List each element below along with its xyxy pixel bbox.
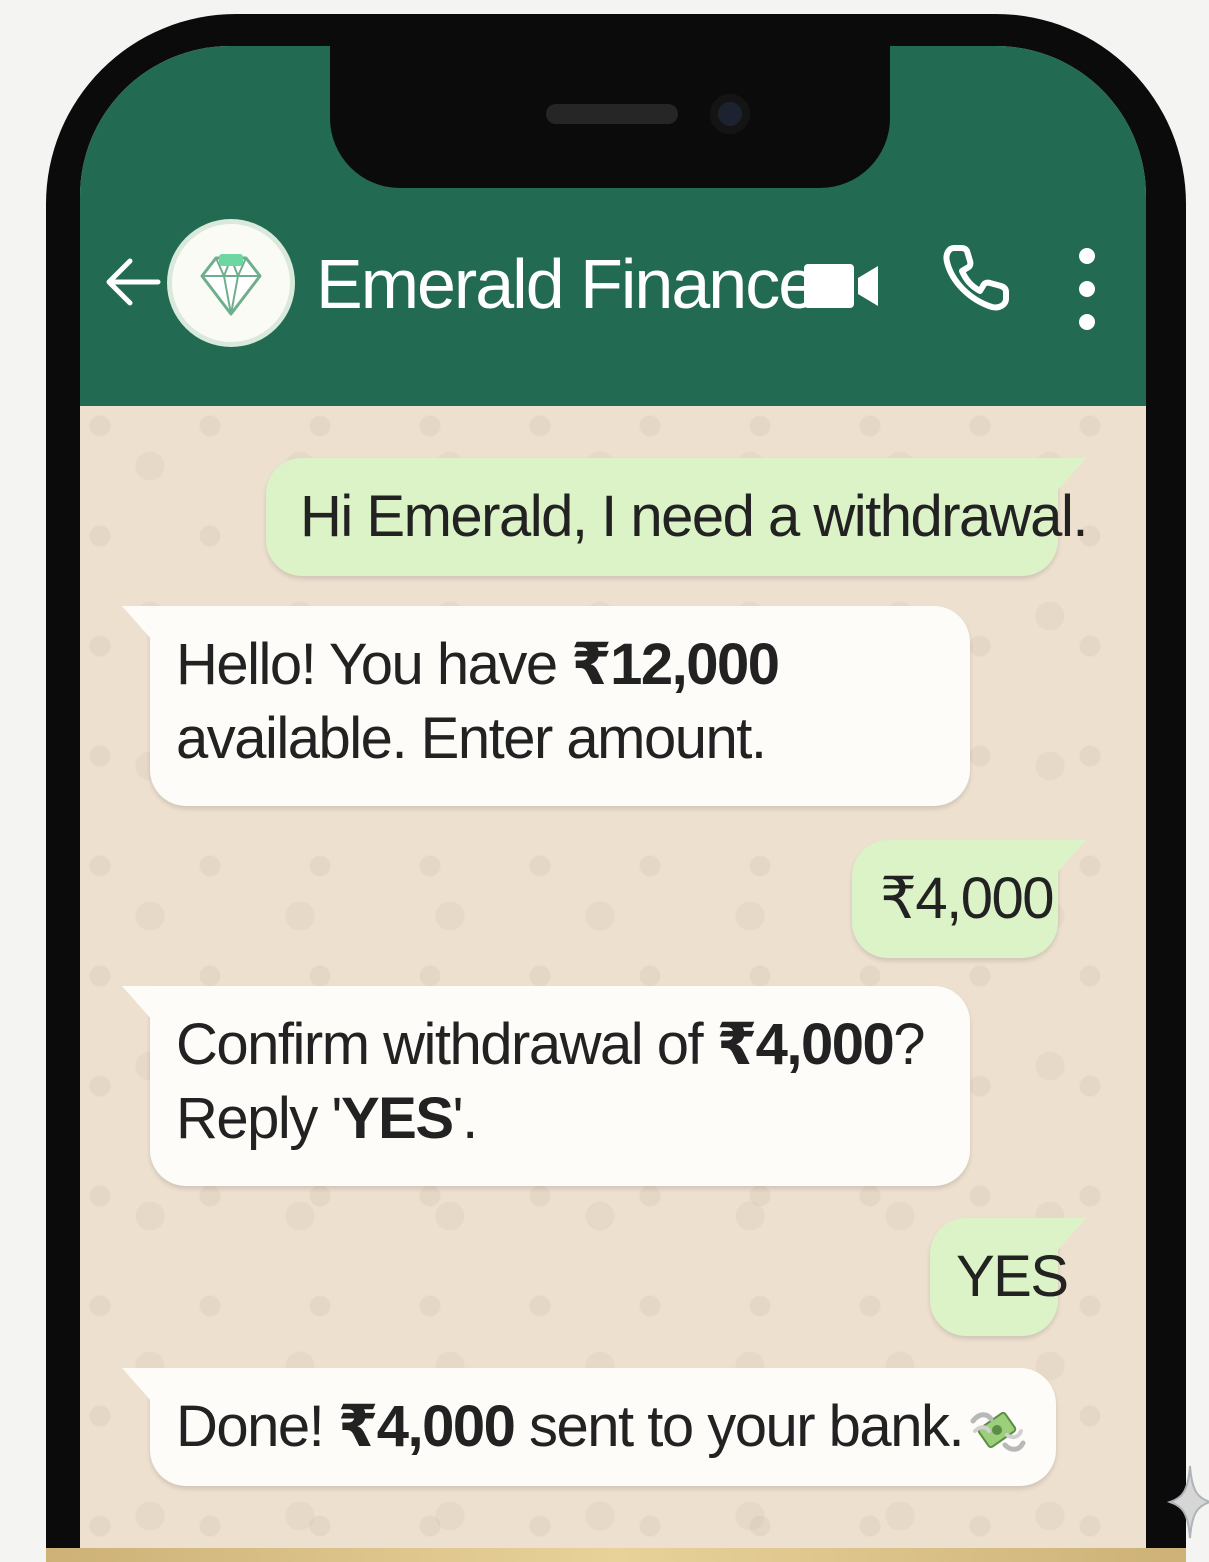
chat-header: Emerald Finance: [80, 46, 1146, 406]
message-list[interactable]: Hi Emerald, I need a withdrawal. Hello! …: [80, 406, 1146, 1556]
message-text-part: available. Enter amount.: [176, 706, 767, 771]
more-vertical-icon[interactable]: [1072, 244, 1102, 334]
message-text: Hello! You have ₹12,000 available. Enter…: [176, 628, 948, 776]
reply-keyword: YES: [340, 1086, 454, 1151]
message-text-part: '.: [452, 1086, 479, 1151]
message-outgoing[interactable]: ₹4,000: [852, 840, 1086, 958]
phone-icon[interactable]: [940, 242, 1012, 314]
sent-amount: ₹4,000: [337, 1394, 516, 1459]
message-text-part: sent to your bank.: [514, 1394, 965, 1459]
arrow-left-icon[interactable]: [102, 251, 164, 313]
speaker-grille: [546, 104, 678, 124]
withdrawal-amount: ₹4,000: [716, 1012, 895, 1077]
front-camera: [710, 94, 750, 134]
contact-name[interactable]: Emerald Finance: [316, 242, 817, 326]
message-text: Hi Emerald, I need a withdrawal.: [300, 484, 1088, 549]
balance-amount: ₹12,000: [571, 632, 780, 697]
message-incoming[interactable]: Confirm withdrawal of ₹4,000? Reply 'YES…: [122, 986, 970, 1186]
gold-strip: [46, 1548, 1186, 1562]
message-text: ₹4,000: [880, 866, 1055, 931]
diamond-icon: [200, 254, 262, 316]
app-screenshot: Emerald Finance Hi Emerald, I need a wit…: [0, 0, 1209, 1562]
message-text: YES: [956, 1244, 1069, 1309]
message-text: Done! ₹4,000 sent to your bank.: [176, 1390, 1034, 1464]
avatar[interactable]: [172, 224, 290, 342]
message-text-part: Done!: [176, 1394, 338, 1459]
message-incoming[interactable]: Hello! You have ₹12,000 available. Enter…: [122, 606, 970, 806]
sparkle-icon: [1166, 1465, 1209, 1539]
money-with-wings-icon: [970, 1411, 1026, 1452]
message-incoming[interactable]: Done! ₹4,000 sent to your bank.: [122, 1368, 1056, 1486]
message-text-part: Reply ': [176, 1086, 342, 1151]
message-text-part: ?: [893, 1012, 925, 1077]
phone-notch: [330, 46, 890, 188]
message-outgoing[interactable]: YES: [930, 1218, 1086, 1336]
message-text-part: Confirm withdrawal of: [176, 1012, 717, 1077]
message-text: Confirm withdrawal of ₹4,000? Reply 'YES…: [176, 1008, 948, 1156]
message-text-part: Hello! You have: [176, 632, 572, 697]
video-camera-icon[interactable]: [802, 258, 882, 314]
chat-screen: Emerald Finance Hi Emerald, I need a wit…: [80, 46, 1146, 1556]
message-outgoing[interactable]: Hi Emerald, I need a withdrawal.: [266, 458, 1088, 576]
